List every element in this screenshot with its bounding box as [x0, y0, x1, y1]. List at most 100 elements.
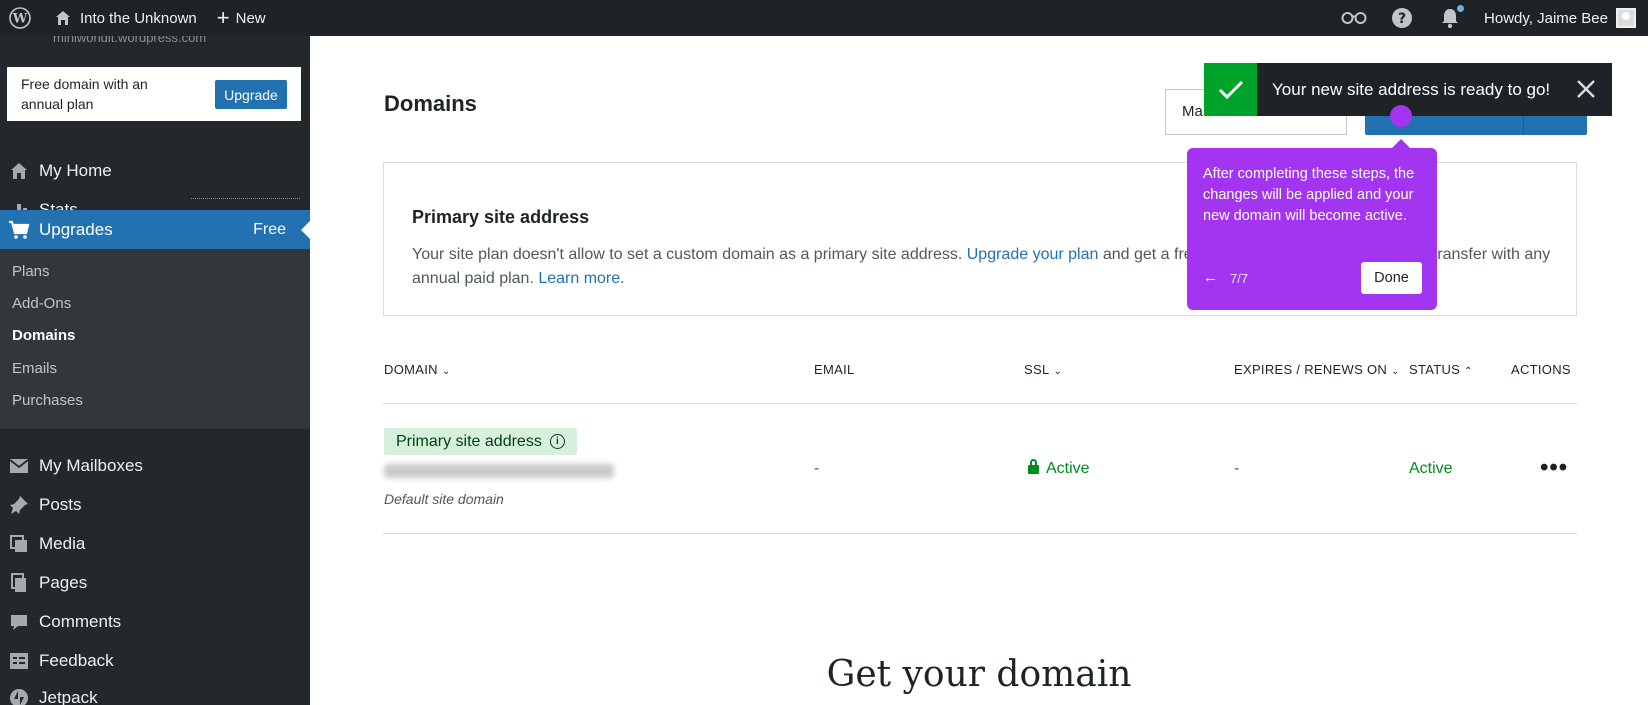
upgrade-your-plan-link[interactable]: Upgrade your plan [967, 246, 1099, 263]
free-badge: Free [253, 220, 286, 238]
tour-beacon[interactable] [1390, 105, 1412, 127]
plus-icon: + [216, 5, 230, 30]
account-menu[interactable]: Howdy, Jaime Bee [1474, 0, 1648, 36]
site-name-link[interactable]: Into the Unknown [40, 0, 197, 36]
sidebar-item-feedback[interactable]: Feedback [0, 641, 310, 680]
notification-dot [1457, 5, 1465, 12]
current-menu-arrow [301, 221, 310, 239]
default-site-domain-label: Default site domain [384, 491, 504, 507]
column-header-actions: ACTIONS [1511, 362, 1571, 377]
wordpress-logo-icon[interactable]: W [0, 0, 40, 36]
sidebar-item-posts[interactable]: Posts [0, 485, 310, 524]
notice-text: . [620, 270, 625, 287]
stats-sparkline [191, 198, 300, 199]
sidebar-item-label: Upgrades [39, 219, 113, 239]
sidebar-item-label: Pages [39, 572, 88, 592]
tour-text: After completing these steps, the change… [1203, 166, 1415, 224]
help-icon[interactable]: ? [1378, 0, 1426, 36]
sidebar-item-label: Posts [39, 494, 82, 514]
expires-cell: - [1234, 460, 1240, 477]
pages-icon [8, 572, 30, 594]
home-icon [56, 11, 70, 25]
lock-icon [1028, 459, 1039, 474]
column-header-domain[interactable]: DOMAIN ⌄ [384, 362, 451, 377]
checkmark-icon [1204, 63, 1257, 116]
sidebar-item-upgrades[interactable]: Upgrades Free [0, 210, 310, 249]
submenu-add-ons[interactable]: Add-Ons [12, 295, 71, 312]
new-label: New [235, 9, 266, 27]
blurred-domain-name[interactable] [384, 464, 614, 478]
sidebar-item-label: Media [39, 533, 86, 553]
status-cell: Active [1409, 460, 1453, 477]
ssl-status: Active [1046, 460, 1090, 477]
header-label: SSL [1024, 362, 1050, 377]
cart-icon [8, 219, 30, 241]
home-icon [8, 160, 30, 182]
sidebar-item-pages[interactable]: Pages [0, 563, 310, 602]
howdy-text: Howdy, Jaime Bee [1484, 9, 1608, 27]
submenu-domains[interactable]: Domains [12, 327, 75, 344]
new-content-button[interactable]: + New [197, 0, 266, 36]
done-button[interactable]: Done [1361, 262, 1422, 294]
svg-text:?: ? [1398, 11, 1406, 27]
upgrade-button[interactable]: Upgrade [215, 80, 287, 109]
main-content: Domains Ma Primary site address Your sit… [310, 36, 1648, 705]
submenu-plans[interactable]: Plans [12, 263, 50, 280]
get-your-domain-heading: Get your domain [826, 654, 1132, 695]
close-icon[interactable] [1574, 77, 1598, 101]
submenu-purchases[interactable]: Purchases [12, 392, 83, 409]
sidebar-item-label: Jetpack [39, 687, 98, 705]
more-actions-icon[interactable]: ••• [1540, 454, 1568, 482]
info-icon[interactable]: i [549, 434, 565, 449]
sidebar-item-my-mailboxes[interactable]: My Mailboxes [0, 446, 310, 485]
site-url: miniwondit.wordpress.com [53, 36, 207, 45]
chevron-up-icon: ⌃ [1464, 366, 1473, 377]
sidebar: miniwondit.wordpress.com Free domain wit… [0, 36, 310, 705]
sidebar-item-label: Feedback [39, 650, 114, 670]
chevron-down-icon: ⌄ [1053, 366, 1063, 377]
ssl-cell: Active [1028, 459, 1090, 478]
email-cell: - [814, 460, 820, 477]
site-name: Into the Unknown [80, 9, 197, 27]
chevron-down-icon: ⌄ [441, 366, 451, 377]
upgrade-promo: Free domain with an annual plan Upgrade [7, 67, 301, 121]
jetpack-icon [8, 687, 30, 705]
primary-site-address-badge: Primary site address i [384, 428, 577, 455]
sidebar-item-jetpack[interactable]: Jetpack [0, 678, 310, 705]
notifications-bell-icon[interactable] [1426, 0, 1474, 36]
submenu-emails[interactable]: Emails [12, 360, 57, 377]
header-label: STATUS [1409, 362, 1461, 377]
svg-text:W: W [12, 12, 28, 27]
upgrades-submenu: Plans Add-Ons Domains Emails Purchases [0, 249, 310, 429]
comment-icon [8, 611, 30, 633]
media-icon [8, 533, 30, 555]
admin-bar: W Into the Unknown + New ? Howdy, Jaime … [0, 0, 1648, 36]
avatar [1616, 8, 1636, 28]
header-label: DOMAIN [384, 362, 438, 377]
sidebar-item-comments[interactable]: Comments [0, 602, 310, 641]
tour-tooltip: After completing these steps, the change… [1187, 139, 1437, 310]
learn-more-link[interactable]: Learn more [538, 270, 620, 287]
notice-text: Your site plan doesn't allow to set a cu… [412, 246, 967, 263]
tour-step-count: 7/7 [1230, 271, 1249, 286]
table-divider [383, 403, 1577, 404]
table-divider [383, 533, 1577, 534]
notice-title: Primary site address [412, 207, 590, 227]
column-header-ssl[interactable]: SSL ⌄ [1024, 362, 1062, 377]
column-header-expires[interactable]: EXPIRES / RENEWS ON ⌄ [1234, 362, 1400, 377]
page-title: Domains [384, 91, 477, 116]
back-arrow-icon[interactable]: ← [1203, 269, 1218, 286]
pin-icon [8, 494, 30, 516]
column-header-status[interactable]: STATUS ⌃ [1409, 362, 1473, 377]
feedback-icon [8, 650, 30, 672]
sidebar-item-label: My Mailboxes [39, 455, 143, 475]
chevron-down-icon: ⌄ [1391, 366, 1400, 377]
mail-icon [8, 455, 30, 477]
sidebar-item-my-home[interactable]: My Home [0, 151, 310, 190]
sidebar-item-media[interactable]: Media [0, 524, 310, 563]
header-label: ACTIONS [1511, 362, 1571, 377]
snackbar-text: Your new site address is ready to go! [1272, 79, 1551, 99]
header-label: EXPIRES / RENEWS ON [1234, 362, 1388, 377]
column-header-email: EMAIL [814, 362, 855, 377]
reader-icon[interactable] [1330, 0, 1378, 36]
